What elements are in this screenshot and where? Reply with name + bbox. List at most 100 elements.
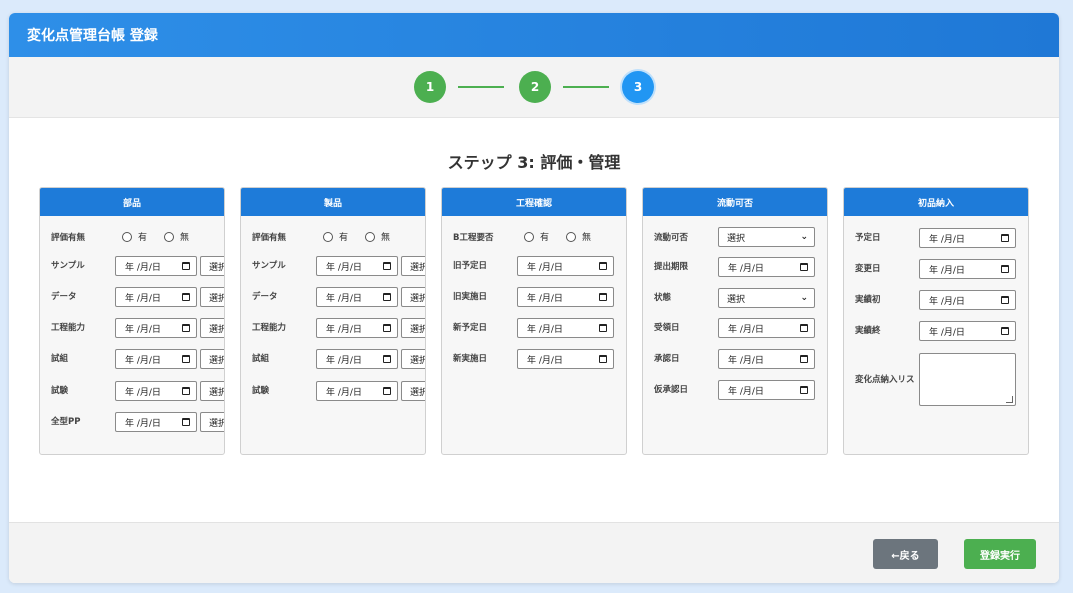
product-data-select[interactable]: 選択⌄ xyxy=(401,287,425,307)
step-2-indicator[interactable]: 2 xyxy=(519,71,551,103)
initial-list-textarea[interactable] xyxy=(919,353,1016,406)
parts-data-date-input[interactable]: 年 /月/日 xyxy=(115,287,197,307)
initial-actual-first-row: 実績初 年 /月/日 xyxy=(844,290,1028,310)
date-placeholder: 年 /月/日 xyxy=(728,355,764,366)
initial-changed-date-input[interactable]: 年 /月/日 xyxy=(919,259,1016,279)
initial-actual-first-date-input[interactable]: 年 /月/日 xyxy=(919,290,1016,310)
back-button[interactable]: ←戻る xyxy=(873,539,938,569)
calendar-icon[interactable] xyxy=(182,324,190,332)
parts-test-date-input[interactable]: 年 /月/日 xyxy=(115,381,197,401)
radio-yes-label: 有 xyxy=(540,233,550,243)
calendar-icon[interactable] xyxy=(182,387,190,395)
calendar-icon[interactable] xyxy=(383,355,391,363)
calendar-icon[interactable] xyxy=(800,263,808,271)
radio-icon xyxy=(164,231,174,242)
product-data-date-input[interactable]: 年 /月/日 xyxy=(316,287,398,307)
parts-capability-row: 工程能力 年 /月/日 選択⌄ xyxy=(40,318,224,338)
product-data-label: データ xyxy=(252,292,278,302)
parts-sample-select[interactable]: 選択⌄ xyxy=(200,256,224,276)
calendar-icon[interactable] xyxy=(1001,296,1009,304)
parts-capability-select[interactable]: 選択⌄ xyxy=(200,318,224,338)
calendar-icon[interactable] xyxy=(800,355,808,363)
product-trial-assembly-row: 試組 年 /月/日 選択⌄ xyxy=(241,349,425,369)
process-new-actual-date-input[interactable]: 年 /月/日 xyxy=(517,349,614,369)
date-placeholder: 年 /月/日 xyxy=(326,324,362,335)
parts-capability-date-input[interactable]: 年 /月/日 xyxy=(115,318,197,338)
calendar-icon[interactable] xyxy=(599,262,607,270)
calendar-icon[interactable] xyxy=(599,355,607,363)
process-b-required-label: B工程要否 xyxy=(453,233,494,243)
flow-status-select[interactable]: 選択 ⌄ xyxy=(718,288,815,308)
calendar-icon[interactable] xyxy=(383,262,391,270)
step-3-indicator[interactable]: 3 xyxy=(622,71,654,103)
initial-actual-last-date-input[interactable]: 年 /月/日 xyxy=(919,321,1016,341)
parts-sample-date-input[interactable]: 年 /月/日 xyxy=(115,256,197,276)
initial-actual-last-label: 実績終 xyxy=(855,326,881,336)
step-1-indicator[interactable]: 1 xyxy=(414,71,446,103)
calendar-icon[interactable] xyxy=(1001,265,1009,273)
product-sample-date-input[interactable]: 年 /月/日 xyxy=(316,256,398,276)
initial-planned-row: 予定日 年 /月/日 xyxy=(844,228,1028,248)
process-b-no-radio[interactable]: 無 xyxy=(566,230,591,243)
radio-icon xyxy=(365,231,375,242)
product-capability-select[interactable]: 選択⌄ xyxy=(401,318,425,338)
flow-received-date-input[interactable]: 年 /月/日 xyxy=(718,318,815,338)
parts-data-select[interactable]: 選択⌄ xyxy=(200,287,224,307)
select-value: 選択 xyxy=(727,294,746,305)
product-sample-select[interactable]: 選択⌄ xyxy=(401,256,425,276)
select-value: 選択 xyxy=(209,387,224,398)
process-b-yes-radio[interactable]: 有 xyxy=(524,230,549,243)
product-trial-assembly-date-input[interactable]: 年 /月/日 xyxy=(316,349,398,369)
calendar-icon[interactable] xyxy=(182,293,190,301)
parts-eval-no-radio[interactable]: 無 xyxy=(164,230,189,243)
initial-planned-label: 予定日 xyxy=(855,233,881,243)
process-b-required-row: B工程要否 有 無 xyxy=(442,228,626,248)
flow-approved-date-input[interactable]: 年 /月/日 xyxy=(718,349,815,369)
panel-flow-header: 流動可否 xyxy=(643,188,827,216)
calendar-icon[interactable] xyxy=(599,293,607,301)
calendar-icon[interactable] xyxy=(182,262,190,270)
calendar-icon[interactable] xyxy=(383,324,391,332)
parts-eval-yes-radio[interactable]: 有 xyxy=(122,230,147,243)
select-value: 選択 xyxy=(209,324,224,335)
submit-button[interactable]: 登録実行 xyxy=(964,539,1036,569)
process-new-planned-date-input[interactable]: 年 /月/日 xyxy=(517,318,614,338)
parts-test-select[interactable]: 選択⌄ xyxy=(200,381,224,401)
parts-eval-label: 評価有無 xyxy=(51,233,86,243)
process-old-planned-date-input[interactable]: 年 /月/日 xyxy=(517,256,614,276)
calendar-icon[interactable] xyxy=(383,387,391,395)
parts-fullpp-select[interactable]: 選択⌄ xyxy=(200,412,224,432)
process-old-actual-date-input[interactable]: 年 /月/日 xyxy=(517,287,614,307)
select-value: 選択 xyxy=(410,262,425,273)
date-placeholder: 年 /月/日 xyxy=(728,386,764,397)
product-capability-date-input[interactable]: 年 /月/日 xyxy=(316,318,398,338)
product-trial-assembly-select[interactable]: 選択⌄ xyxy=(401,349,425,369)
calendar-icon[interactable] xyxy=(182,418,190,426)
product-test-date-input[interactable]: 年 /月/日 xyxy=(316,381,398,401)
select-value: 選択 xyxy=(410,293,425,304)
calendar-icon[interactable] xyxy=(800,324,808,332)
flow-deadline-row: 提出期限 年 /月/日 xyxy=(643,257,827,277)
product-eval-yes-radio[interactable]: 有 xyxy=(323,230,348,243)
flow-status-row: 状態 選択 ⌄ xyxy=(643,288,827,308)
initial-actual-last-row: 実績終 年 /月/日 xyxy=(844,321,1028,341)
flow-deadline-date-input[interactable]: 年 /月/日 xyxy=(718,257,815,277)
flow-permit-select[interactable]: 選択 ⌄ xyxy=(718,227,815,247)
date-placeholder: 年 /月/日 xyxy=(527,324,563,335)
flow-provisional-date-input[interactable]: 年 /月/日 xyxy=(718,380,815,400)
calendar-icon[interactable] xyxy=(383,293,391,301)
calendar-icon[interactable] xyxy=(1001,234,1009,242)
product-sample-row: サンプル 年 /月/日 選択⌄ xyxy=(241,256,425,276)
resize-grip-icon[interactable] xyxy=(1006,396,1013,403)
parts-trial-assembly-select[interactable]: 選択⌄ xyxy=(200,349,224,369)
calendar-icon[interactable] xyxy=(800,386,808,394)
date-placeholder: 年 /月/日 xyxy=(125,324,161,335)
calendar-icon[interactable] xyxy=(182,355,190,363)
parts-fullpp-date-input[interactable]: 年 /月/日 xyxy=(115,412,197,432)
initial-planned-date-input[interactable]: 年 /月/日 xyxy=(919,228,1016,248)
parts-trial-assembly-date-input[interactable]: 年 /月/日 xyxy=(115,349,197,369)
product-test-select[interactable]: 選択⌄ xyxy=(401,381,425,401)
calendar-icon[interactable] xyxy=(599,324,607,332)
product-eval-no-radio[interactable]: 無 xyxy=(365,230,390,243)
calendar-icon[interactable] xyxy=(1001,327,1009,335)
